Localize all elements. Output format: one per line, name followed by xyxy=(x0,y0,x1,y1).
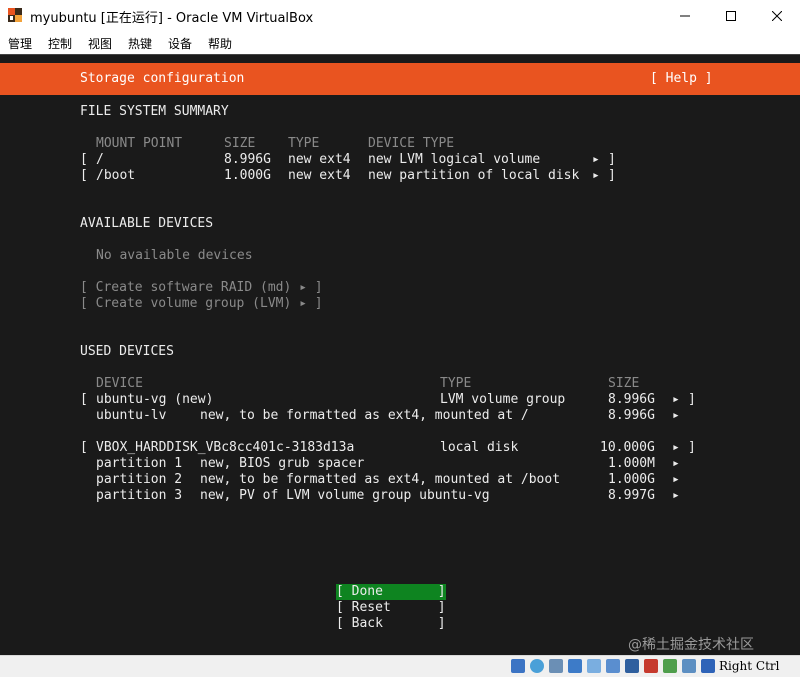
row-arrow-icon[interactable]: ▸ xyxy=(672,472,680,488)
partition-size: 1.000M xyxy=(608,456,655,471)
fs-type: new ext4 xyxy=(288,152,351,167)
mouse-icon[interactable] xyxy=(682,659,696,673)
record-icon[interactable] xyxy=(644,659,658,673)
col-used-type: TYPE xyxy=(440,376,472,391)
disk-type: local disk xyxy=(440,440,519,455)
row-arrow-icon[interactable]: ▸ xyxy=(592,152,600,168)
hdd-icon[interactable] xyxy=(511,659,525,673)
row-arrow-icon[interactable]: ▸ xyxy=(672,408,680,424)
partition-size: 1.000G xyxy=(608,472,655,487)
display-icon[interactable] xyxy=(606,659,620,673)
row-arrow-icon[interactable]: ▸ xyxy=(672,440,680,456)
partition-label: partition 1 xyxy=(96,456,183,471)
maximize-icon xyxy=(726,10,736,21)
create-volume-group-button[interactable]: [ Create volume group (LVM) ▸ ] xyxy=(80,296,323,312)
row-arrow-icon[interactable]: ▸ xyxy=(592,168,600,184)
optical-icon[interactable] xyxy=(530,659,544,673)
row-open-bracket: [ xyxy=(80,392,88,407)
fs-mount: / xyxy=(96,152,104,167)
menu-view[interactable]: 视图 xyxy=(88,35,112,52)
header-title: Storage configuration xyxy=(80,71,245,86)
app-icon xyxy=(8,8,22,22)
help-button[interactable]: [ Help ] xyxy=(650,71,713,87)
row-close-bracket: ] xyxy=(608,168,616,183)
vm-screen[interactable]: Storage configuration [ Help ] FILE SYST… xyxy=(0,54,800,655)
fs-device-type: new partition of local disk xyxy=(368,168,580,183)
disk-name: VBOX_HARDDISK_VBc8cc401c-3183d13a xyxy=(96,440,355,455)
col-device: DEVICE xyxy=(96,376,143,391)
partition-size: 8.997G xyxy=(608,488,655,503)
vg-type: LVM volume group xyxy=(440,392,566,407)
vg-size: 8.996G xyxy=(608,392,655,407)
row-arrow-icon[interactable]: ▸ xyxy=(672,456,680,472)
row-open-bracket: [ xyxy=(80,440,88,455)
status-bar: Right Ctrl xyxy=(0,655,800,677)
row-arrow-icon[interactable]: ▸ xyxy=(672,392,680,408)
row-open-bracket: [ xyxy=(80,152,88,167)
keyboard-down-icon[interactable] xyxy=(701,659,715,673)
partition-description: new, PV of LVM volume group ubuntu-vg xyxy=(200,488,490,503)
fs-mount: /boot xyxy=(96,168,136,183)
cpu-icon[interactable] xyxy=(663,659,677,673)
menu-hotkeys[interactable]: 热键 xyxy=(128,35,152,52)
lv-name: ubuntu-lv xyxy=(96,408,167,423)
col-mount-point: MOUNT POINT xyxy=(96,136,183,151)
shared-folder-icon[interactable] xyxy=(587,659,601,673)
col-device-type: DEVICE TYPE xyxy=(368,136,455,151)
no-available-devices: No available devices xyxy=(96,248,253,263)
menu-devices[interactable]: 设备 xyxy=(168,35,192,52)
create-raid-button[interactable]: [ Create software RAID (md) ▸ ] xyxy=(80,280,323,296)
vg-name: ubuntu-vg (new) xyxy=(96,392,214,407)
window-title: myubuntu [正在运行] - Oracle VM VirtualBox xyxy=(30,11,314,26)
fs-size: 8.996G xyxy=(224,152,271,167)
menu-help[interactable]: 帮助 xyxy=(208,35,232,52)
minimize-button[interactable] xyxy=(662,0,708,31)
minimize-icon xyxy=(680,15,690,16)
col-type: TYPE xyxy=(288,136,320,151)
available-heading: AVAILABLE DEVICES xyxy=(80,216,214,231)
network-icon[interactable] xyxy=(568,659,582,673)
video-capture-icon[interactable] xyxy=(625,659,639,673)
window-titlebar: myubuntu [正在运行] - Oracle VM VirtualBox xyxy=(0,0,800,31)
fs-type: new ext4 xyxy=(288,168,351,183)
col-size: SIZE xyxy=(224,136,256,151)
partition-description: new, to be formatted as ext4, mounted at… xyxy=(200,472,561,487)
row-close-bracket: ] xyxy=(688,440,696,455)
row-open-bracket: [ xyxy=(80,168,88,183)
menu-manage[interactable]: 管理 xyxy=(8,35,32,52)
usb-icon[interactable] xyxy=(549,659,563,673)
row-close-bracket: ] xyxy=(688,392,696,407)
partition-label: partition 2 xyxy=(96,472,183,487)
partition-label: partition 3 xyxy=(96,488,183,503)
close-button[interactable] xyxy=(754,0,800,31)
fs-device-type: new LVM logical volume xyxy=(368,152,541,167)
col-used-size: SIZE xyxy=(608,376,640,391)
menu-control[interactable]: 控制 xyxy=(48,35,72,52)
reset-button[interactable]: [ Reset ] xyxy=(336,600,446,616)
maximize-button[interactable] xyxy=(708,0,754,31)
watermark: @稀土掘金技术社区 xyxy=(628,637,754,653)
back-button[interactable]: [ Back ] xyxy=(336,616,446,632)
row-close-bracket: ] xyxy=(608,152,616,167)
fs-size: 1.000G xyxy=(224,168,271,183)
lv-size: 8.996G xyxy=(608,408,655,423)
done-button[interactable]: [ Done ] xyxy=(336,584,446,600)
close-icon xyxy=(772,10,782,21)
row-arrow-icon[interactable]: ▸ xyxy=(672,488,680,504)
host-key-label: Right Ctrl xyxy=(719,659,780,673)
disk-size: 10.000G xyxy=(600,440,655,455)
lv-description: new, to be formatted as ext4, mounted at… xyxy=(200,408,529,423)
fs-summary-heading: FILE SYSTEM SUMMARY xyxy=(80,104,229,119)
partition-description: new, BIOS grub spacer xyxy=(200,456,365,471)
menu-bar: 管理 控制 视图 热键 设备 帮助 xyxy=(0,31,800,55)
used-heading: USED DEVICES xyxy=(80,344,174,359)
